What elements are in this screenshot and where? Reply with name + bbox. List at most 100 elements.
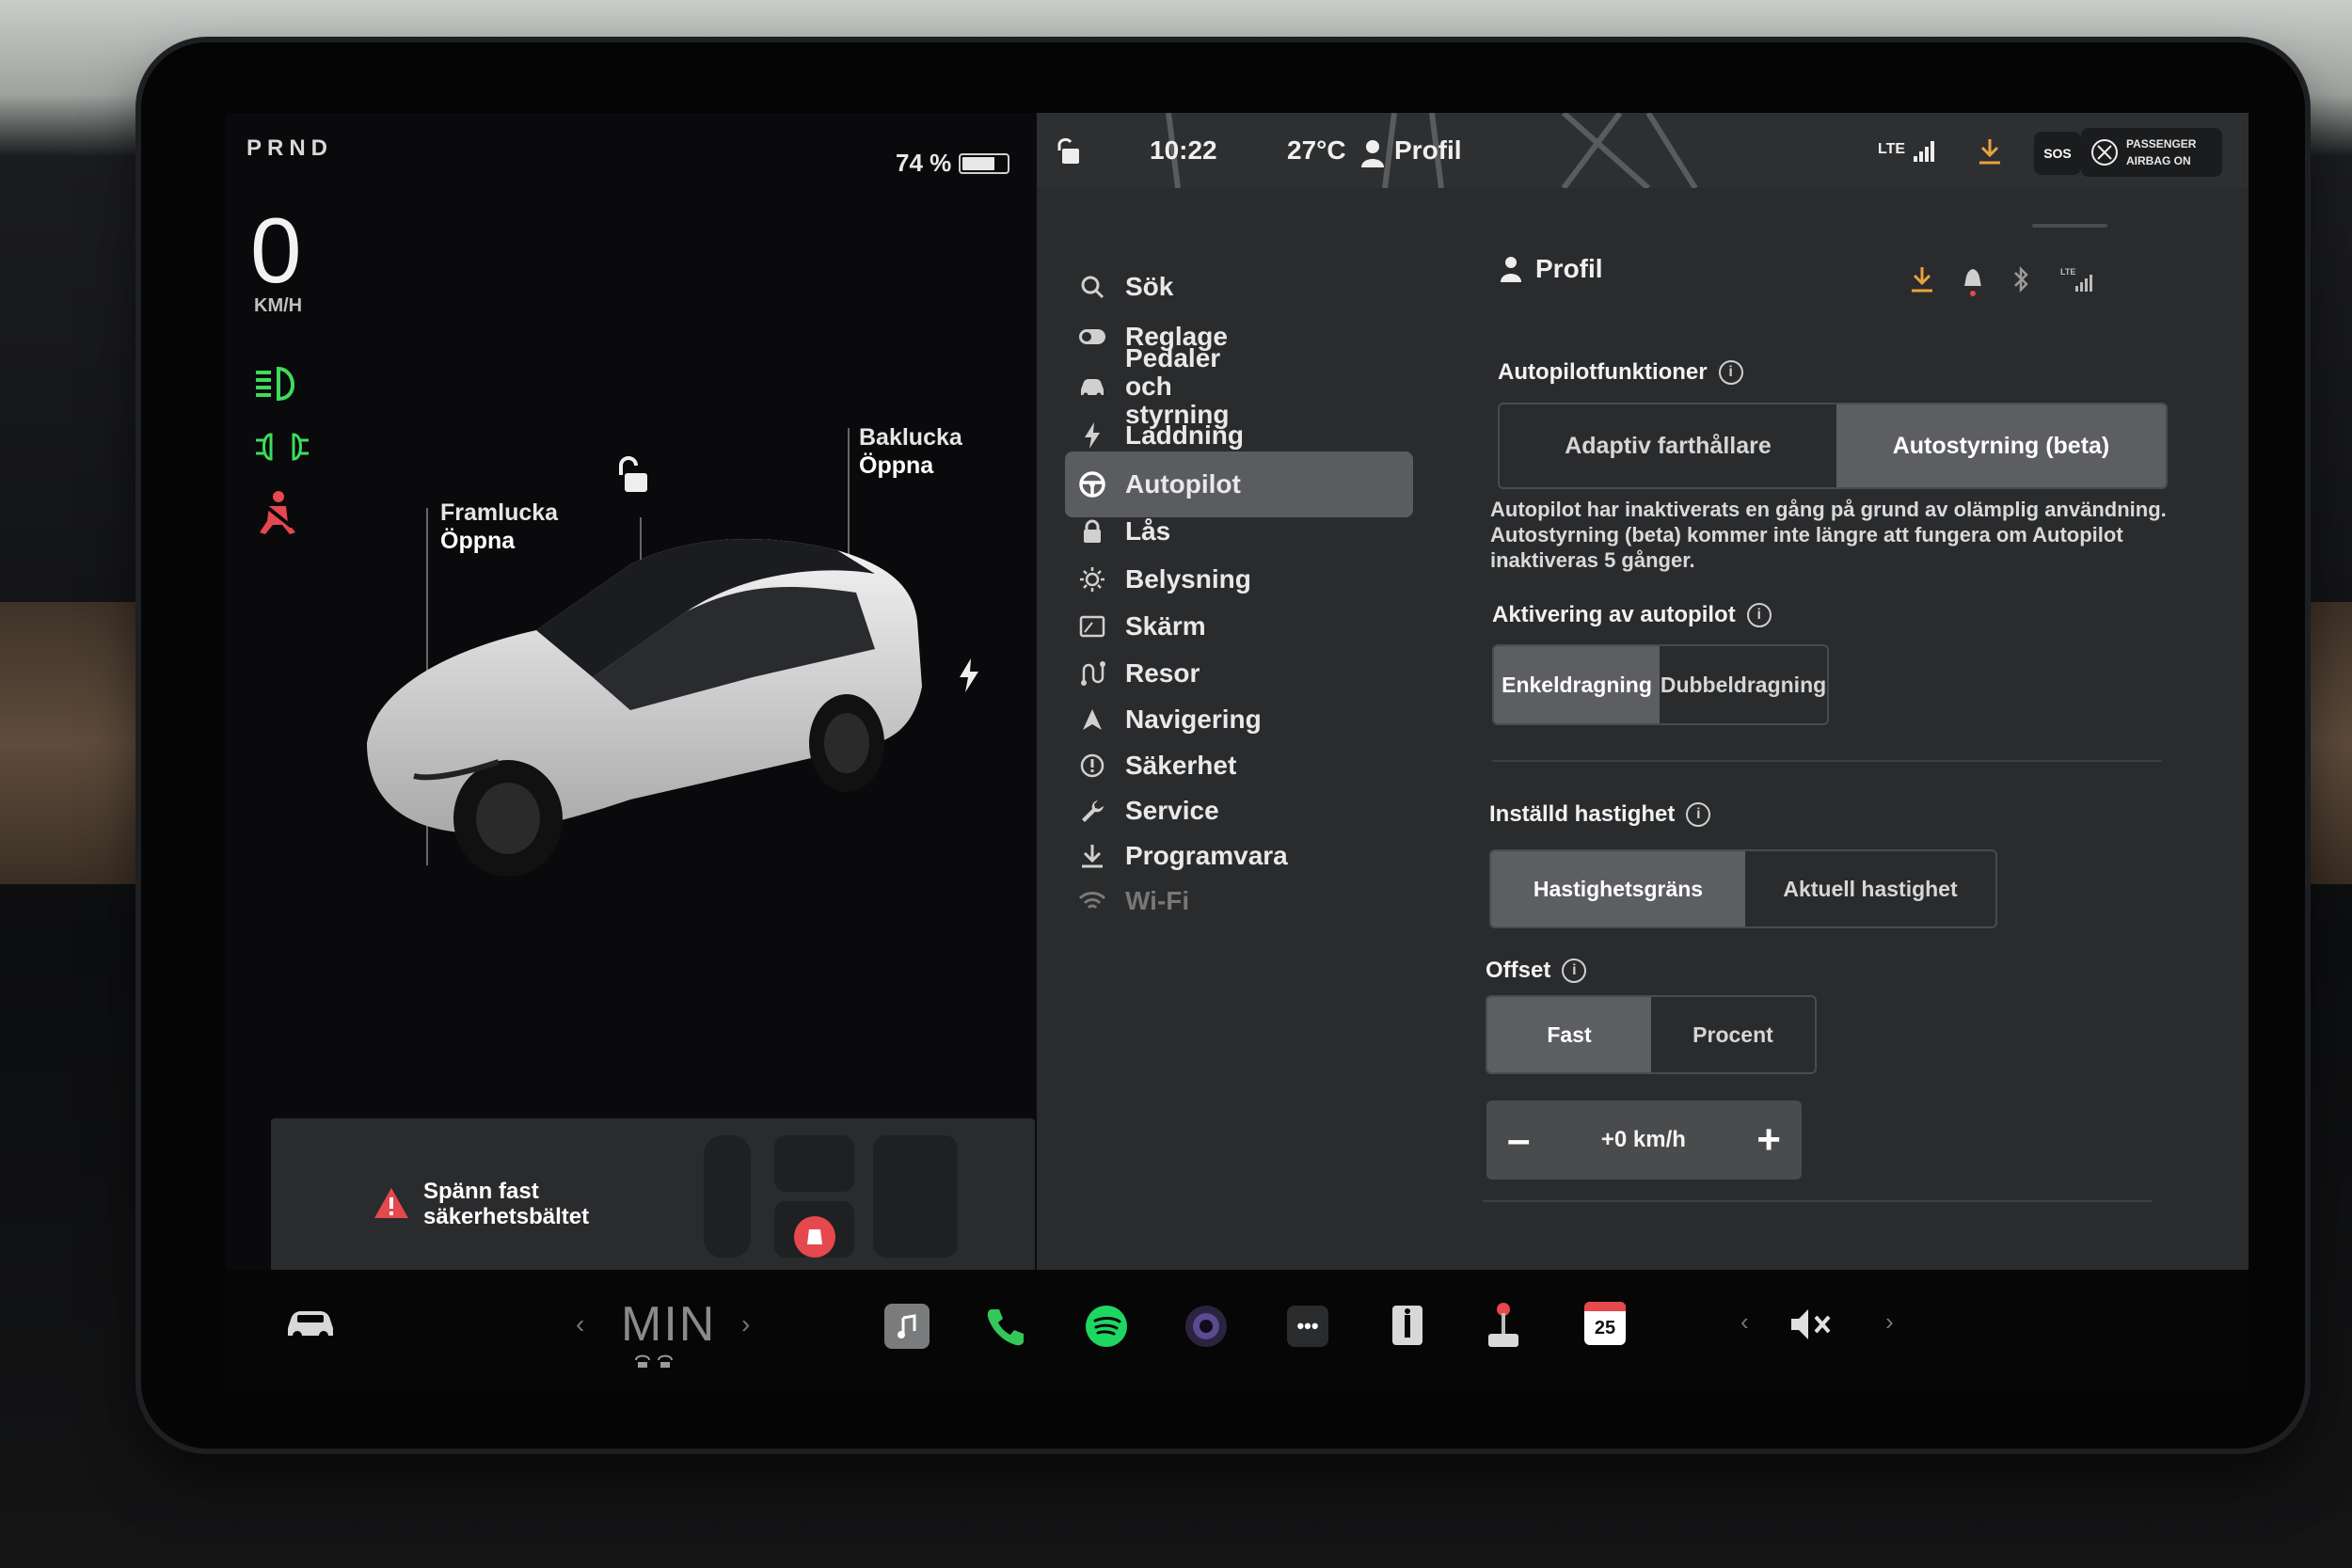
car-controls-icon[interactable] [282, 1304, 339, 1341]
set-speed-title-text: Inställd hastighet [1489, 801, 1676, 827]
profile-icon [1361, 140, 1384, 167]
download-icon[interactable] [1978, 137, 2002, 166]
navigation-icon [1078, 707, 1106, 732]
airbag-icon [2091, 139, 2118, 166]
search-icon [1078, 275, 1106, 299]
option-speed-limit[interactable]: Hastighetsgräns [1491, 851, 1745, 927]
sun-icon [1078, 566, 1106, 593]
unlocked-status-icon[interactable] [1054, 135, 1082, 166]
calendar-icon[interactable]: 25 [1584, 1302, 1626, 1345]
display-icon [1078, 615, 1106, 638]
more-apps-icon[interactable]: ••• [1287, 1306, 1328, 1347]
speed-readout: 0 [250, 198, 302, 302]
sidebar-item-label: Wi-Fi [1125, 886, 1190, 915]
trunk-label: Baklucka Öppna [859, 423, 962, 480]
autopilot-activation-title-text: Aktivering av autopilot [1492, 602, 1736, 627]
offset-increase-button[interactable]: + [1756, 1119, 1781, 1161]
option-percent[interactable]: Procent [1651, 997, 1815, 1072]
offset-decrease-button[interactable]: – [1507, 1119, 1530, 1161]
temp-right-chevron[interactable]: › [741, 1309, 750, 1339]
bolt-icon [1078, 422, 1106, 449]
offset-title-text: Offset [1486, 958, 1551, 983]
volume-right-chevron[interactable]: › [1885, 1307, 1894, 1337]
header-download-icon[interactable] [1910, 265, 1934, 293]
trips-icon [1078, 660, 1106, 687]
toggle-icon [1078, 328, 1106, 345]
pull-handle[interactable] [2032, 224, 2107, 228]
offset-value: +0 km/h [1600, 1127, 1686, 1152]
driver-panel: PRND 0 KM/H 74 % Framlucka Öppna Bakluck… [226, 113, 1035, 1278]
autopilot-strike-notice: Autopilot har inaktiverats en gång på gr… [1490, 498, 2167, 572]
headlight-icon [256, 366, 294, 402]
battery-fill [962, 156, 995, 170]
outside-temperature: 27°C [1287, 135, 1346, 165]
seatbelt-warning-banner[interactable]: Spänn fast säkerhetsbältet [271, 1118, 1035, 1278]
car-render[interactable] [348, 508, 931, 884]
profile-button[interactable]: Profil [1394, 135, 1462, 166]
warning-triangle-icon [374, 1188, 408, 1218]
unlocked-icon[interactable] [613, 456, 651, 496]
bell-icon[interactable] [1961, 265, 1985, 297]
section-divider [1492, 760, 2162, 762]
car-icon [1078, 376, 1106, 397]
camera-app-icon[interactable] [1184, 1304, 1229, 1349]
phone-icon[interactable] [984, 1306, 1027, 1349]
climate-temperature[interactable]: MIN [621, 1296, 716, 1353]
option-double-pull[interactable]: Dubbeldragning [1660, 646, 1827, 723]
sos-button[interactable]: SOS [2034, 132, 2081, 175]
option-current-speed[interactable]: Aktuell hastighet [1745, 851, 1995, 927]
charge-port-icon[interactable] [958, 658, 980, 692]
panel-header: Profil [1500, 254, 1603, 284]
battery-icon [959, 152, 1010, 174]
option-adaptive-cruise[interactable]: Adaptiv farthållare [1500, 404, 1836, 487]
airbag-line2: AIRBAG ON [2126, 154, 2191, 167]
autopilot-activation-segment: Enkeldragning Dubbeldragning [1492, 644, 1829, 725]
battery-percent: 74 % [896, 149, 952, 177]
airbag-line1: PASSENGER [2126, 137, 2197, 150]
sidebar-item-label: Navigering [1125, 705, 1262, 734]
trunk-title: Baklucka [859, 424, 962, 451]
sidebar-item-label: Lås [1125, 516, 1171, 546]
download-icon [1078, 843, 1106, 869]
sidebar-item-label: Belysning [1125, 564, 1251, 594]
sidebar-item-wifi[interactable]: Wi-Fi [1065, 868, 1413, 934]
sidebar-item-label: Skärm [1125, 611, 1206, 641]
sidebar-item-label: Laddning [1125, 420, 1244, 450]
offset-title: Offset i [1486, 958, 1587, 984]
seat-heater-icon[interactable] [632, 1353, 677, 1371]
status-bar: 10:22 27°C Profil LTE SOS PASSENGER AIRB… [1037, 113, 2249, 188]
manual-icon[interactable] [1387, 1302, 1428, 1349]
bluetooth-icon[interactable] [2011, 265, 2032, 293]
section-divider-bottom [1483, 1200, 2153, 1202]
autopilot-activation-info-icon[interactable]: i [1746, 603, 1772, 627]
battery-status: 74 % [896, 149, 1010, 178]
sidebar-item-label: Programvara [1125, 841, 1288, 870]
offset-info-icon[interactable]: i [1562, 958, 1587, 983]
volume-left-chevron[interactable]: ‹ [1740, 1307, 1749, 1337]
touchscreen: PRND 0 KM/H 74 % Framlucka Öppna Bakluck… [226, 113, 2249, 1392]
header-signal-icon: LTE [2060, 267, 2092, 292]
trunk-state: Öppna [859, 452, 934, 479]
joystick-toybox-icon[interactable] [1483, 1300, 1524, 1351]
autopilot-activation-title: Aktivering av autopilot i [1492, 602, 1772, 628]
offset-stepper: – +0 km/h + [1486, 1101, 1802, 1180]
set-speed-info-icon[interactable]: i [1686, 802, 1711, 827]
autopilot-features-info-icon[interactable]: i [1718, 360, 1743, 385]
temp-left-chevron[interactable]: ‹ [576, 1309, 584, 1339]
signal-strength-icon [1914, 141, 1934, 162]
music-app-icon[interactable] [884, 1304, 930, 1349]
option-fixed[interactable]: Fast [1487, 997, 1651, 1072]
spotify-icon[interactable] [1084, 1304, 1129, 1349]
sidebar-item-label: Autopilot [1125, 469, 1241, 499]
option-single-pull[interactable]: Enkeldragning [1494, 646, 1661, 723]
lte-label: LTE [1878, 141, 1906, 157]
volume-muted-icon[interactable] [1788, 1306, 1833, 1343]
seatbelt-warning-text: Spänn fast säkerhetsbältet [423, 1179, 590, 1229]
seat-occupancy-map [704, 1135, 958, 1258]
parking-light-icon [256, 433, 309, 461]
option-autosteer[interactable]: Autostyrning (beta) [1836, 404, 2166, 487]
steering-wheel-icon [1078, 470, 1106, 499]
seatbelt-warning-icon [260, 491, 295, 534]
panel-header-title: Profil [1535, 254, 1603, 283]
taskbar: ‹ MIN › ••• 25 ‹ › [226, 1270, 2249, 1392]
